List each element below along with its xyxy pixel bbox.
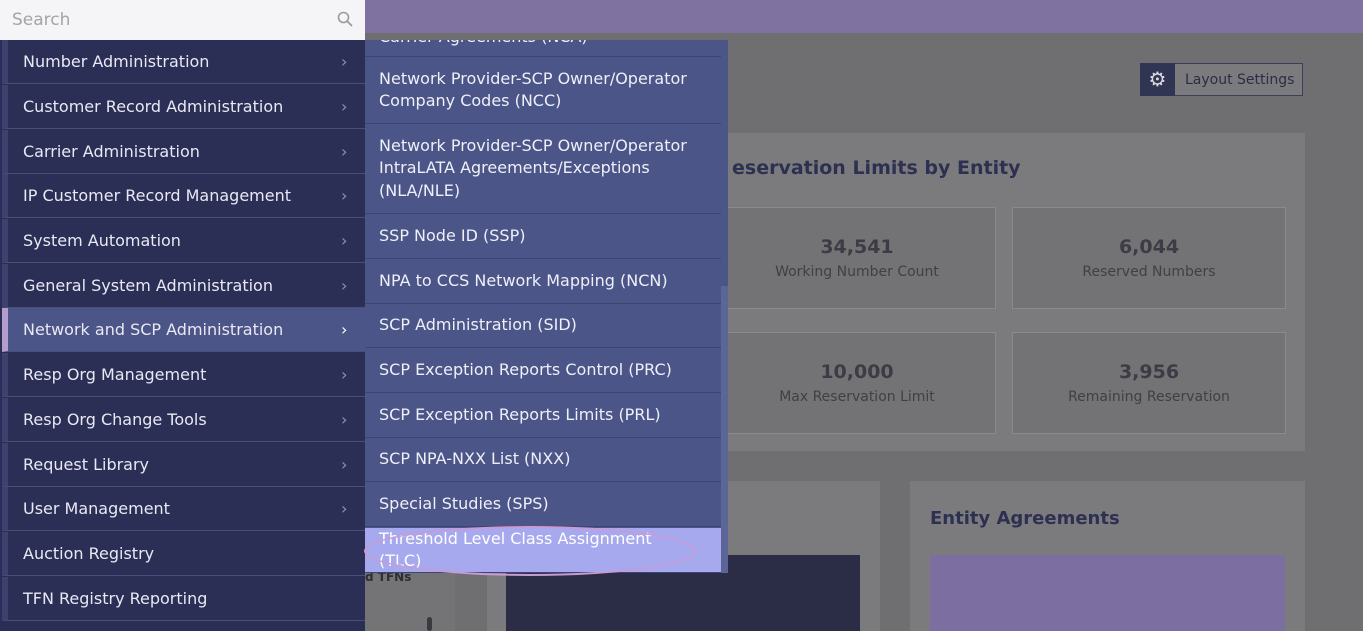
sidebar-item-customer-record-administration[interactable]: Customer Record Administration › <box>2 85 365 129</box>
sidebar-item-ip-customer-record-management[interactable]: IP Customer Record Management › <box>2 174 365 218</box>
sidebar-item-label: Network and SCP Administration <box>23 320 284 339</box>
chevron-right-icon: › <box>341 142 348 161</box>
sidebar-item-label: TFN Registry Reporting <box>23 589 208 608</box>
submenu-item-label: SCP NPA-NXX List (NXX) <box>379 449 571 469</box>
stat-caption: Max Reservation Limit <box>779 389 935 405</box>
layout-settings-label: Layout Settings <box>1185 71 1295 88</box>
chevron-right-icon: › <box>341 455 348 474</box>
sidebar-item-resp-org-management[interactable]: Resp Org Management › <box>2 353 365 397</box>
submenu-item-ssp[interactable]: SSP Node ID (SSP) <box>365 214 721 259</box>
chevron-right-icon: › <box>341 186 348 205</box>
stat-card: 34,541 Working Number Count <box>718 207 996 309</box>
submenu-item-label: Carrier Agreements (NCA) <box>379 40 588 48</box>
chevron-right-icon: › <box>341 52 348 71</box>
search-bar <box>0 0 365 40</box>
submenu-item-label: SCP Administration (SID) <box>379 315 577 335</box>
search-input[interactable] <box>0 9 324 31</box>
entity-agreements-panel: Entity Agreements <box>910 481 1305 631</box>
chevron-right-icon: › <box>341 97 348 116</box>
sidebar: Number Administration › Customer Record … <box>0 40 365 631</box>
sidebar-item-system-automation[interactable]: System Automation › <box>2 219 365 263</box>
submenu-item-nxx[interactable]: SCP NPA-NXX List (NXX) <box>365 438 721 482</box>
sidebar-item-label: User Management <box>23 499 170 518</box>
chevron-right-icon: › <box>341 231 348 250</box>
submenu-item-sid[interactable]: SCP Administration (SID) <box>365 304 721 348</box>
stat-value: 34,541 <box>820 236 894 258</box>
submenu-item-prl[interactable]: SCP Exception Reports Limits (PRL) <box>365 393 721 438</box>
sidebar-item-label: General System Administration <box>23 276 273 295</box>
submenu-item-nla-nle[interactable]: Network Provider-SCP Owner/Operator Intr… <box>365 124 721 214</box>
stat-value: 6,044 <box>1118 236 1180 258</box>
submenu-item-label: SCP Exception Reports Limits (PRL) <box>379 404 661 424</box>
submenu-scrollbar-thumb[interactable] <box>721 286 728 573</box>
sidebar-item-tfn-registry-reporting[interactable]: TFN Registry Reporting <box>2 577 365 621</box>
scrollbar[interactable] <box>427 617 432 631</box>
sidebar-item-network-scp-administration[interactable]: Network and SCP Administration › <box>2 308 365 352</box>
sidebar-item-label: Resp Org Change Tools <box>23 410 207 429</box>
sidebar-item-carrier-administration[interactable]: Carrier Administration › <box>2 130 365 174</box>
search-icon[interactable] <box>337 11 353 27</box>
sidebar-item-general-system-administration[interactable]: General System Administration › <box>2 264 365 308</box>
stat-caption: Reserved Numbers <box>1082 264 1216 280</box>
stat-caption: Working Number Count <box>775 264 939 280</box>
stat-card: 10,000 Max Reservation Limit <box>718 332 996 434</box>
submenu-item-label: Threshold Level Class Assignment (TLC) <box>379 528 652 571</box>
submenu-item-prc[interactable]: SCP Exception Reports Control (PRC) <box>365 348 721 393</box>
sidebar-item-label: Customer Record Administration <box>23 97 284 116</box>
sidebar-item-number-administration[interactable]: Number Administration › <box>2 40 365 84</box>
reservation-limits-title: eservation Limits by Entity <box>732 157 1021 179</box>
sidebar-item-label: Request Library <box>23 455 150 474</box>
chevron-right-icon: › <box>341 276 348 295</box>
submenu-item-label: NPA to CCS Network Mapping (NCN) <box>379 270 668 290</box>
network-scp-submenu: Carrier Agreements (NCA) Network Provide… <box>365 40 728 573</box>
submenu-item-label: Network Provider-SCP Owner/Operator Comp… <box>379 68 687 111</box>
sidebar-item-label: Carrier Administration <box>23 142 200 161</box>
stat-card: 3,956 Remaining Reservation <box>1012 332 1286 434</box>
submenu-item-label: SSP Node ID (SSP) <box>379 225 526 245</box>
submenu-item-sps[interactable]: Special Studies (SPS) <box>365 482 721 527</box>
entity-agreements-title: Entity Agreements <box>930 508 1120 529</box>
stat-value: 10,000 <box>820 361 894 383</box>
sidebar-item-request-library[interactable]: Request Library › <box>2 443 365 487</box>
sidebar-item-auction-registry[interactable]: Auction Registry <box>2 532 365 576</box>
sidebar-item-label: System Automation <box>23 231 181 250</box>
submenu-item-ncc[interactable]: Network Provider-SCP Owner/Operator Comp… <box>365 57 721 124</box>
sidebar-item-label: IP Customer Record Management <box>23 186 292 205</box>
stat-caption: Remaining Reservation <box>1068 389 1230 405</box>
submenu-item-ncn[interactable]: NPA to CCS Network Mapping (NCN) <box>365 259 721 304</box>
chevron-right-icon: › <box>341 410 348 429</box>
stat-value: 3,956 <box>1118 361 1180 383</box>
submenu-item-label: SCP Exception Reports Control (PRC) <box>379 359 672 379</box>
entity-agreements-chart <box>930 555 1285 631</box>
sidebar-item-label: Number Administration <box>23 52 210 71</box>
submenu-item-label: Network Provider-SCP Owner/Operator Intr… <box>379 135 687 200</box>
submenu-item-tlc[interactable]: Threshold Level Class Assignment (TLC) <box>365 528 721 573</box>
submenu-item-nca[interactable]: Carrier Agreements (NCA) <box>365 40 721 57</box>
sidebar-item-label: Auction Registry <box>23 544 155 563</box>
chevron-right-icon: › <box>341 365 348 384</box>
chevron-right-icon: › <box>341 499 348 518</box>
sidebar-item-user-management[interactable]: User Management › <box>2 487 365 531</box>
sidebar-item-label: Resp Org Management <box>23 365 207 384</box>
layout-settings-button[interactable]: ⚙ Layout Settings <box>1140 62 1303 96</box>
stat-card: 6,044 Reserved Numbers <box>1012 207 1286 309</box>
gear-icon: ⚙ <box>1140 62 1175 96</box>
sidebar-item-resp-org-change-tools[interactable]: Resp Org Change Tools › <box>2 398 365 442</box>
chevron-right-icon: › <box>341 320 348 339</box>
submenu-item-label: Special Studies (SPS) <box>379 493 549 513</box>
